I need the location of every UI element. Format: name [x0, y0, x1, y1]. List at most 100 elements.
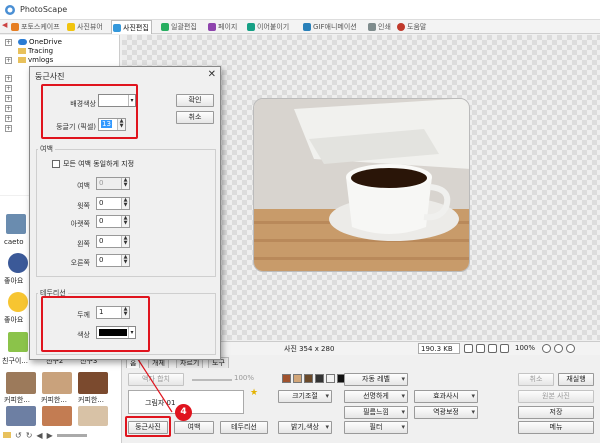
expand-icon[interactable]: +: [5, 95, 12, 102]
checkbox-icon: [52, 160, 60, 168]
photo-dimensions: 사진 354 x 280: [284, 345, 335, 353]
menu-button[interactable]: 메뉴: [518, 421, 594, 434]
top-input[interactable]: 0 ▲ ▼: [96, 197, 130, 210]
tab-photoscape[interactable]: 포토스케이프: [10, 21, 62, 33]
swatch-icon[interactable]: [304, 374, 313, 383]
left-input[interactable]: 0 ▲ ▼: [96, 235, 130, 248]
scroll-bar[interactable]: [56, 433, 87, 437]
swatch-icon[interactable]: [282, 374, 291, 383]
backlight-button[interactable]: 역광보정: [414, 406, 478, 419]
expand-icon[interactable]: +: [5, 57, 12, 64]
tab-combine[interactable]: 이어붙이기: [246, 21, 291, 33]
emoji-icon[interactable]: [8, 292, 28, 312]
expand-icon[interactable]: +: [5, 39, 12, 46]
app-icon: [5, 5, 15, 15]
thumbnail[interactable]: [6, 372, 36, 394]
swatch-icon[interactable]: [315, 374, 324, 383]
like-icon[interactable]: [8, 253, 28, 273]
swatch-icon[interactable]: [326, 374, 335, 383]
bottom-input[interactable]: 0 ▲ ▼: [96, 215, 130, 228]
tab-print[interactable]: 인쇄: [367, 21, 393, 33]
tab-page[interactable]: 페이지: [207, 21, 239, 33]
combine-icon: [247, 23, 255, 31]
folder-icon: [67, 23, 75, 31]
gif-icon: [303, 23, 311, 31]
left-label: 왼쪽: [77, 240, 90, 248]
right-label: 오른쪽: [70, 259, 90, 267]
right-input[interactable]: 0 ▲ ▼: [96, 254, 130, 267]
tab-viewer[interactable]: 사진뷰어: [66, 21, 105, 33]
thumbnail[interactable]: [6, 406, 36, 426]
tree-item-tracing[interactable]: Tracing: [18, 47, 53, 55]
actual-size-icon[interactable]: [500, 344, 509, 353]
tab-batch[interactable]: 일괄편집: [160, 21, 199, 33]
expand-icon[interactable]: +: [5, 115, 12, 122]
auto-level-button[interactable]: 자동 레벨: [344, 373, 408, 386]
margin-input[interactable]: 0 ▲ ▼: [96, 177, 130, 190]
home-icon: [11, 23, 19, 31]
ok-button[interactable]: 확인: [176, 94, 214, 107]
forward-icon[interactable]: ▶: [47, 431, 53, 440]
sharpen-button[interactable]: 선명하게: [344, 390, 408, 403]
undo-button[interactable]: 취소: [518, 373, 554, 386]
thumbnail-toolbar: ↺ ↻ ◀ ▶: [3, 429, 118, 441]
thumbnail-label: 커피한...: [4, 396, 30, 404]
tab-gif[interactable]: GIF애니메이션: [302, 21, 359, 33]
zoom-reset-icon[interactable]: [566, 344, 575, 353]
tab-scroll-left-icon[interactable]: ◀: [2, 21, 7, 29]
spin-icon[interactable]: ▲ ▼: [121, 216, 129, 227]
thumbnail-label: 좋아요: [4, 277, 24, 285]
effect-brush-button[interactable]: 효과사시: [414, 390, 478, 403]
tab-help[interactable]: 도움말: [396, 21, 428, 33]
zoom-level: 100%: [515, 344, 536, 352]
rotate-right-icon[interactable]: ↻: [26, 431, 33, 440]
redo-button[interactable]: 재실행: [558, 373, 594, 386]
filter-button[interactable]: 필터: [344, 421, 408, 434]
page-icon: [208, 23, 216, 31]
tree-item-vmlogs[interactable]: vmlogs: [18, 56, 53, 64]
thumbnail[interactable]: [78, 372, 108, 394]
thumbnail[interactable]: [42, 406, 72, 426]
thumbnail[interactable]: [78, 406, 108, 426]
star-icon[interactable]: ★: [250, 388, 258, 398]
expand-icon[interactable]: +: [5, 125, 12, 132]
spin-icon[interactable]: ▲ ▼: [121, 255, 129, 266]
folder-icon[interactable]: [3, 432, 11, 438]
thumbnail[interactable]: [42, 372, 72, 394]
swatch-icon[interactable]: [293, 374, 302, 383]
resize-button[interactable]: 크기조절: [278, 390, 332, 403]
tree-item-onedrive[interactable]: OneDrive: [18, 38, 62, 46]
spin-icon[interactable]: ▲ ▼: [121, 198, 129, 209]
expand-icon[interactable]: +: [5, 75, 12, 82]
fit-icon[interactable]: [476, 344, 485, 353]
back-icon[interactable]: ◀: [36, 431, 42, 440]
spin-icon[interactable]: ▲ ▼: [121, 236, 129, 247]
round-photo-dialog: 둥근사진 ✕ 배경색상 ▾ 둥글기 (픽셀) 13 ▲ ▼ 확인 취소 여백 모든…: [29, 66, 221, 360]
spin-icon[interactable]: ▲ ▼: [121, 178, 129, 189]
same-margin-checkbox[interactable]: 모든 여백 동일하게 지정: [52, 159, 134, 169]
rotate-left-icon[interactable]: ↺: [15, 431, 22, 440]
thumbnail-label: 좋아요: [4, 316, 24, 324]
expand-icon[interactable]: +: [5, 105, 12, 112]
thumbnail[interactable]: [8, 332, 28, 352]
zoom-slider[interactable]: [192, 379, 232, 381]
brightness-color-button[interactable]: 밝기,색상: [278, 421, 332, 434]
zoom-out-icon[interactable]: [554, 344, 563, 353]
title-bar: PhotoScape: [0, 0, 600, 20]
margin-button[interactable]: 여백: [174, 421, 214, 434]
save-button[interactable]: 저장: [518, 406, 594, 419]
thumbnail[interactable]: [6, 214, 26, 234]
cancel-button[interactable]: 취소: [176, 111, 214, 124]
grid-icon[interactable]: [464, 344, 473, 353]
film-effect-button[interactable]: 필름느낌: [344, 406, 408, 419]
outline-button[interactable]: 테두리선: [220, 421, 268, 434]
bottom-label: 아랫쪽: [70, 220, 90, 228]
expand-icon[interactable]: +: [5, 85, 12, 92]
highlight-outline: [41, 296, 150, 352]
folder-icon: [18, 57, 26, 63]
close-icon[interactable]: ✕: [208, 69, 216, 80]
tab-editor[interactable]: 사진편집: [111, 20, 152, 34]
zoom-icon[interactable]: [488, 344, 497, 353]
zoom-in-icon[interactable]: [542, 344, 551, 353]
original-photo-button[interactable]: 원본 사진: [518, 390, 594, 403]
